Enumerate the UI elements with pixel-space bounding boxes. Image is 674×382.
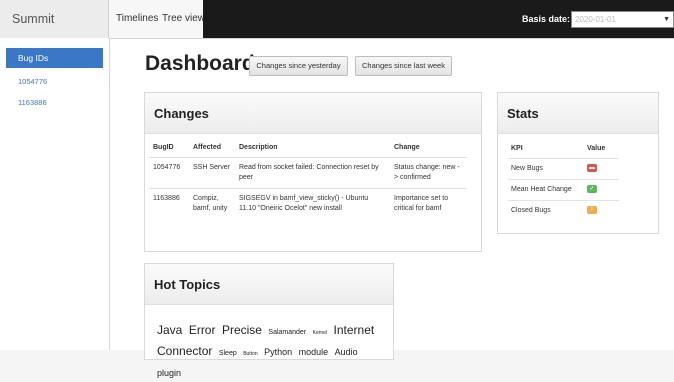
table-row: Closed Bugs ! [508,200,619,221]
stats-panel: Stats KPI Value New Bugs ▬ Mean Heat Cha… [497,92,659,234]
nav-link-tree-view[interactable]: Tree view [162,0,205,38]
bug-id-cell: 1163886 [149,188,189,219]
column-header: Value [587,145,606,152]
column-header: KPI [511,145,523,152]
sidebar-item-bug[interactable]: 1054776 [18,77,47,86]
basis-date-value: 2020-01-01 [575,15,616,24]
hot-topics-panel-header: Hot Topics [145,264,393,305]
hot-topics-title: Hot Topics [154,277,221,292]
changes-panel: Changes BugID Affected Description Chang… [144,92,482,252]
table-row: Mean Heat Change ✓ [508,179,619,201]
warning-badge-icon: ! [587,206,597,215]
sidebar: Bug IDs 1054776 1163886 [0,38,110,350]
column-header: BugID [153,144,174,151]
description-cell: SIGSEGV in bamf_view_sticky() - Ubuntu 1… [235,188,390,219]
topic-tag[interactable]: Button [243,351,257,357]
topic-tag[interactable]: Kernel [313,330,327,336]
page-title: Dashboard [145,52,255,75]
topic-tag[interactable]: Java [157,323,182,337]
kpi-label: Closed Bugs [508,200,584,221]
description-cell: Read from socket failed: Connection rese… [235,157,390,189]
topic-tag[interactable]: Python [264,347,292,357]
sidebar-item-bug-ids[interactable]: Bug IDs [6,48,103,68]
check-badge-icon: ✓ [587,185,597,194]
top-navbar: Summit Dashboard Timelines Tree view Bas… [0,0,674,64]
nav-link-timelines[interactable]: Timelines [116,0,158,38]
hot-topics-panel: Hot Topics Java Error Precise Salamander… [144,263,394,378]
topic-tag[interactable]: Error [189,323,216,337]
kpi-label: New Bugs [508,158,584,180]
topic-tag[interactable]: plugin [157,368,181,378]
change-cell: Status change: new -> confirmed [390,157,467,189]
changes-title: Changes [154,106,209,121]
topic-tag[interactable]: Audio [335,347,358,357]
changes-panel-header: Changes [145,93,481,134]
changes-since-last-week-button[interactable]: Changes since last week [355,56,452,76]
affected-cell: SSH Server [189,157,235,189]
caret-down-icon[interactable]: ▼ [663,12,670,27]
topic-tag[interactable]: Precise [222,323,262,337]
sidebar-item-bug[interactable]: 1163886 [18,98,47,107]
affected-cell: Compiz, bamf, unity [189,188,235,219]
column-header: Change [394,144,420,151]
alert-badge-icon: ▬ [587,164,597,173]
topic-tag[interactable]: Internet [334,323,375,337]
changes-panel-body: BugID Affected Description Change 105477… [145,134,481,251]
topic-tag[interactable]: Connector [157,344,212,358]
kpi-label: Mean Heat Change [508,179,584,201]
changes-table: BugID Affected Description Change 105477… [149,140,467,219]
tag-cloud: Java Error Precise Salamander Kernel Int… [157,321,382,382]
stats-panel-header: Stats [498,93,658,134]
topic-tag[interactable]: Sleep [219,350,237,357]
basis-date-select[interactable]: 2020-01-01 ▼ [571,11,674,28]
stats-table-header: KPI Value [508,142,619,159]
stats-panel-body: KPI Value New Bugs ▬ Mean Heat Change ✓ … [498,134,658,233]
changes-table-header: BugID Affected Description Change [149,140,467,158]
table-row[interactable]: 1163886 Compiz, bamf, unity SIGSEGV in b… [149,188,467,219]
column-header: Affected [193,144,222,151]
hot-topics-panel-body: Java Error Precise Salamander Kernel Int… [145,305,393,378]
table-row: New Bugs ▬ [508,158,619,180]
stats-title: Stats [507,106,539,121]
bug-id-cell: 1054776 [149,157,189,189]
topic-tag[interactable]: module [299,347,329,357]
basis-date-label: Basis date: [522,14,571,24]
table-row[interactable]: 1054776 SSH Server Read from socket fail… [149,157,467,189]
topic-tag[interactable]: Salamander [268,329,306,336]
change-cell: Importance set to critical for bamf [390,188,467,219]
brand-title[interactable]: Summit Dashboard [0,0,109,64]
stats-table: KPI Value New Bugs ▬ Mean Heat Change ✓ … [508,142,619,221]
changes-since-yesterday-button[interactable]: Changes since yesterday [249,56,348,76]
column-header: Description [239,144,278,151]
